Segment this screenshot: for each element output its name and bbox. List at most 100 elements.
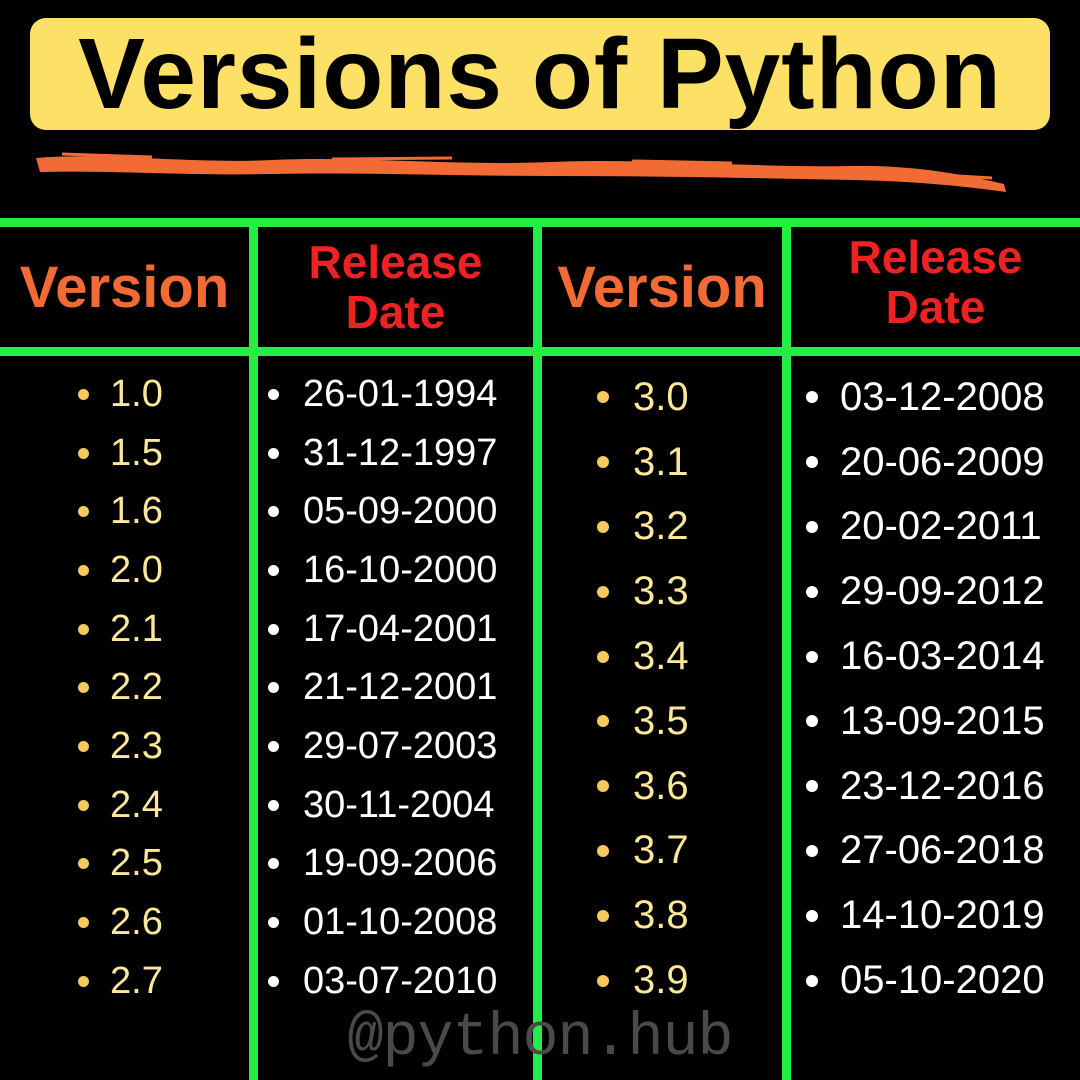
list-item: 3.3 bbox=[597, 559, 689, 624]
version-value: 3.8 bbox=[633, 893, 689, 938]
list-item: 01-10-2008 bbox=[268, 893, 497, 952]
header-version-right: Version bbox=[542, 227, 782, 347]
date-value: 31-12-1997 bbox=[303, 431, 498, 474]
bullet-icon bbox=[597, 650, 609, 663]
bullet-icon bbox=[597, 974, 609, 987]
list-item: 2.5 bbox=[78, 835, 163, 894]
bullet-icon bbox=[268, 623, 279, 635]
date-value: 17-04-2001 bbox=[303, 607, 498, 650]
bullet-icon bbox=[268, 388, 279, 400]
version-value: 2.6 bbox=[110, 901, 163, 944]
bullet-icon bbox=[806, 650, 818, 663]
date-value: 03-12-2008 bbox=[840, 374, 1045, 419]
watermark-handle: @python.hub bbox=[347, 1005, 733, 1073]
date-value: 23-12-2016 bbox=[840, 763, 1045, 808]
list-item: 3.6 bbox=[597, 754, 689, 819]
bullet-icon bbox=[597, 780, 609, 793]
bullet-icon bbox=[806, 585, 818, 598]
version-value: 2.5 bbox=[110, 842, 163, 885]
bullet-icon bbox=[268, 917, 279, 929]
date-value: 20-02-2011 bbox=[840, 504, 1042, 549]
version-value: 2.4 bbox=[110, 783, 163, 826]
bullet-icon bbox=[78, 447, 89, 459]
list-item: 05-10-2020 bbox=[806, 948, 1045, 1013]
date-value: 29-07-2003 bbox=[303, 724, 498, 767]
column-divider-1 bbox=[249, 222, 258, 1080]
list-item: 26-01-1994 bbox=[268, 365, 497, 424]
list-item: 21-12-2001 bbox=[268, 658, 497, 717]
version-value: 1.5 bbox=[110, 431, 163, 474]
date-value: 05-09-2000 bbox=[303, 490, 498, 533]
version-value: 3.1 bbox=[633, 439, 689, 484]
list-item: 3.9 bbox=[597, 948, 689, 1013]
bullet-icon bbox=[806, 520, 818, 533]
bullet-icon bbox=[268, 682, 279, 694]
header-release-line2: Date bbox=[345, 286, 446, 338]
column-divider-2 bbox=[533, 222, 542, 1080]
left-dates-list: 26-01-1994 31-12-1997 05-09-2000 16-10-2… bbox=[268, 365, 497, 1011]
list-item: 3.0 bbox=[597, 365, 689, 430]
version-value: 1.0 bbox=[110, 372, 163, 415]
version-value: 3.3 bbox=[633, 569, 689, 614]
date-value: 16-03-2014 bbox=[840, 634, 1045, 679]
list-item: 2.7 bbox=[78, 952, 163, 1011]
bullet-icon bbox=[78, 740, 89, 752]
list-item: 03-07-2010 bbox=[268, 952, 497, 1011]
right-versions-list: 3.0 3.1 3.2 3.3 3.4 3.5 3.6 3.7 3.8 3.9 bbox=[597, 365, 689, 1013]
list-item: 2.0 bbox=[78, 541, 163, 600]
date-value: 29-09-2012 bbox=[840, 569, 1045, 614]
version-value: 2.2 bbox=[110, 666, 163, 709]
list-item: 05-09-2000 bbox=[268, 482, 497, 541]
bullet-icon bbox=[78, 564, 89, 576]
bullet-icon bbox=[806, 844, 818, 857]
header-version-label: Version bbox=[19, 254, 230, 320]
list-item: 20-06-2009 bbox=[806, 430, 1045, 495]
bullet-icon bbox=[78, 388, 89, 400]
list-item: 2.2 bbox=[78, 658, 163, 717]
date-value: 14-10-2019 bbox=[840, 893, 1045, 938]
list-item: 16-03-2014 bbox=[806, 624, 1045, 689]
bullet-icon bbox=[597, 909, 609, 922]
date-value: 19-09-2006 bbox=[303, 842, 498, 885]
bullet-icon bbox=[78, 506, 89, 518]
column-divider-3 bbox=[782, 222, 791, 1080]
bullet-icon bbox=[806, 715, 818, 728]
version-value: 3.0 bbox=[633, 374, 689, 419]
bullet-icon bbox=[597, 715, 609, 728]
header-version-label: Version bbox=[557, 254, 767, 320]
header-release-date-left: Release Date bbox=[258, 227, 533, 347]
list-item: 27-06-2018 bbox=[806, 819, 1045, 884]
bullet-icon bbox=[806, 456, 818, 469]
list-item: 3.4 bbox=[597, 624, 689, 689]
bullet-icon bbox=[806, 391, 818, 404]
version-value: 3.4 bbox=[633, 634, 689, 679]
version-value: 2.7 bbox=[110, 959, 163, 1002]
version-value: 1.6 bbox=[110, 490, 163, 533]
header-version-left: Version bbox=[0, 227, 249, 347]
bullet-icon bbox=[806, 974, 818, 987]
bullet-icon bbox=[78, 917, 89, 929]
list-item: 3.2 bbox=[597, 495, 689, 560]
bullet-icon bbox=[597, 585, 609, 598]
bullet-icon bbox=[268, 858, 279, 870]
version-value: 3.2 bbox=[633, 504, 689, 549]
version-value: 3.5 bbox=[633, 698, 689, 743]
list-item: 20-02-2011 bbox=[806, 495, 1045, 560]
version-value: 2.3 bbox=[110, 724, 163, 767]
brush-underline bbox=[36, 152, 1006, 192]
list-item: 3.8 bbox=[597, 883, 689, 948]
list-item: 2.3 bbox=[78, 717, 163, 776]
date-value: 30-11-2004 bbox=[303, 783, 495, 826]
list-item: 3.7 bbox=[597, 819, 689, 884]
header-release-line2: Date bbox=[885, 281, 986, 333]
right-dates-list: 03-12-2008 20-06-2009 20-02-2011 29-09-2… bbox=[806, 365, 1045, 1013]
bullet-icon bbox=[268, 975, 279, 987]
list-item: 14-10-2019 bbox=[806, 883, 1045, 948]
list-item: 2.6 bbox=[78, 893, 163, 952]
date-value: 03-07-2010 bbox=[303, 959, 498, 1002]
bullet-icon bbox=[78, 623, 89, 635]
date-value: 21-12-2001 bbox=[303, 666, 498, 709]
list-item: 3.5 bbox=[597, 689, 689, 754]
list-item: 03-12-2008 bbox=[806, 365, 1045, 430]
header-release-line1: Release bbox=[308, 236, 483, 288]
